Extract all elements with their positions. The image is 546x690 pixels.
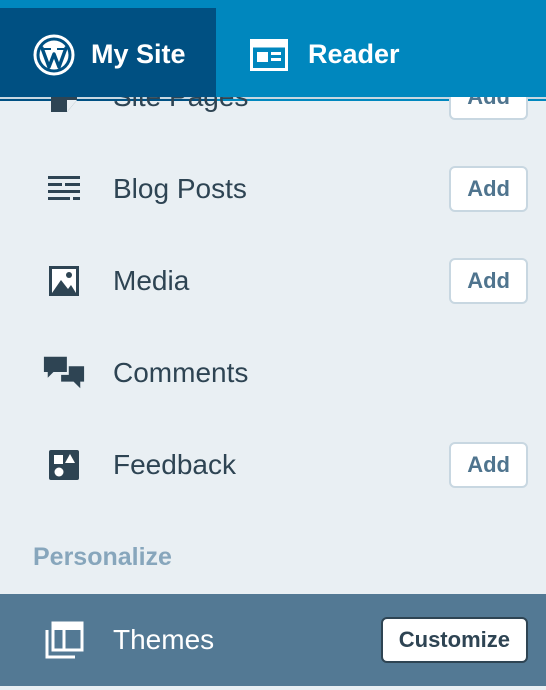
masterbar: My Site Reader [0, 0, 546, 101]
add-feedback-button[interactable]: Add [449, 442, 528, 488]
themes-icon [42, 618, 86, 662]
customize-button[interactable]: Customize [380, 617, 528, 663]
menu-item-label: Themes [113, 624, 215, 655]
menu-item-themes[interactable]: Themes Customize [0, 594, 546, 686]
add-page-button[interactable]: Add [449, 97, 528, 120]
add-media-button[interactable]: Add [449, 258, 528, 304]
menu-item-blog-posts[interactable]: Blog Posts Add [0, 143, 546, 235]
image-icon [42, 259, 86, 303]
my-site-label: My Site [91, 39, 186, 69]
menu-item-label: Site Pages [113, 97, 248, 113]
my-site-tab[interactable]: My Site [0, 8, 216, 101]
menu-item-feedback[interactable]: Feedback Add [0, 419, 546, 511]
comments-icon [42, 351, 86, 395]
menu-item-comments[interactable]: Comments [0, 327, 546, 419]
menu-item-site-pages[interactable]: Site Pages Add [0, 97, 546, 143]
menu-item-label: Feedback [113, 449, 236, 480]
reader-icon [250, 34, 288, 76]
posts-icon [42, 167, 86, 211]
add-post-button[interactable]: Add [449, 166, 528, 212]
reader-label: Reader [308, 39, 400, 69]
menu-item-media[interactable]: Media Add [0, 235, 546, 327]
section-heading-personalize: Personalize [33, 543, 172, 571]
menu-item-label: Blog Posts [113, 173, 247, 204]
wordpress-logo-icon [33, 34, 75, 76]
feedback-icon [42, 443, 86, 487]
reader-tab[interactable]: Reader [216, 8, 546, 101]
menu-item-label: Media [113, 265, 190, 296]
site-menu: Site Pages Add Blog Posts Add [0, 97, 546, 690]
page-icon [42, 97, 86, 119]
menu-item-label: Comments [113, 357, 249, 388]
